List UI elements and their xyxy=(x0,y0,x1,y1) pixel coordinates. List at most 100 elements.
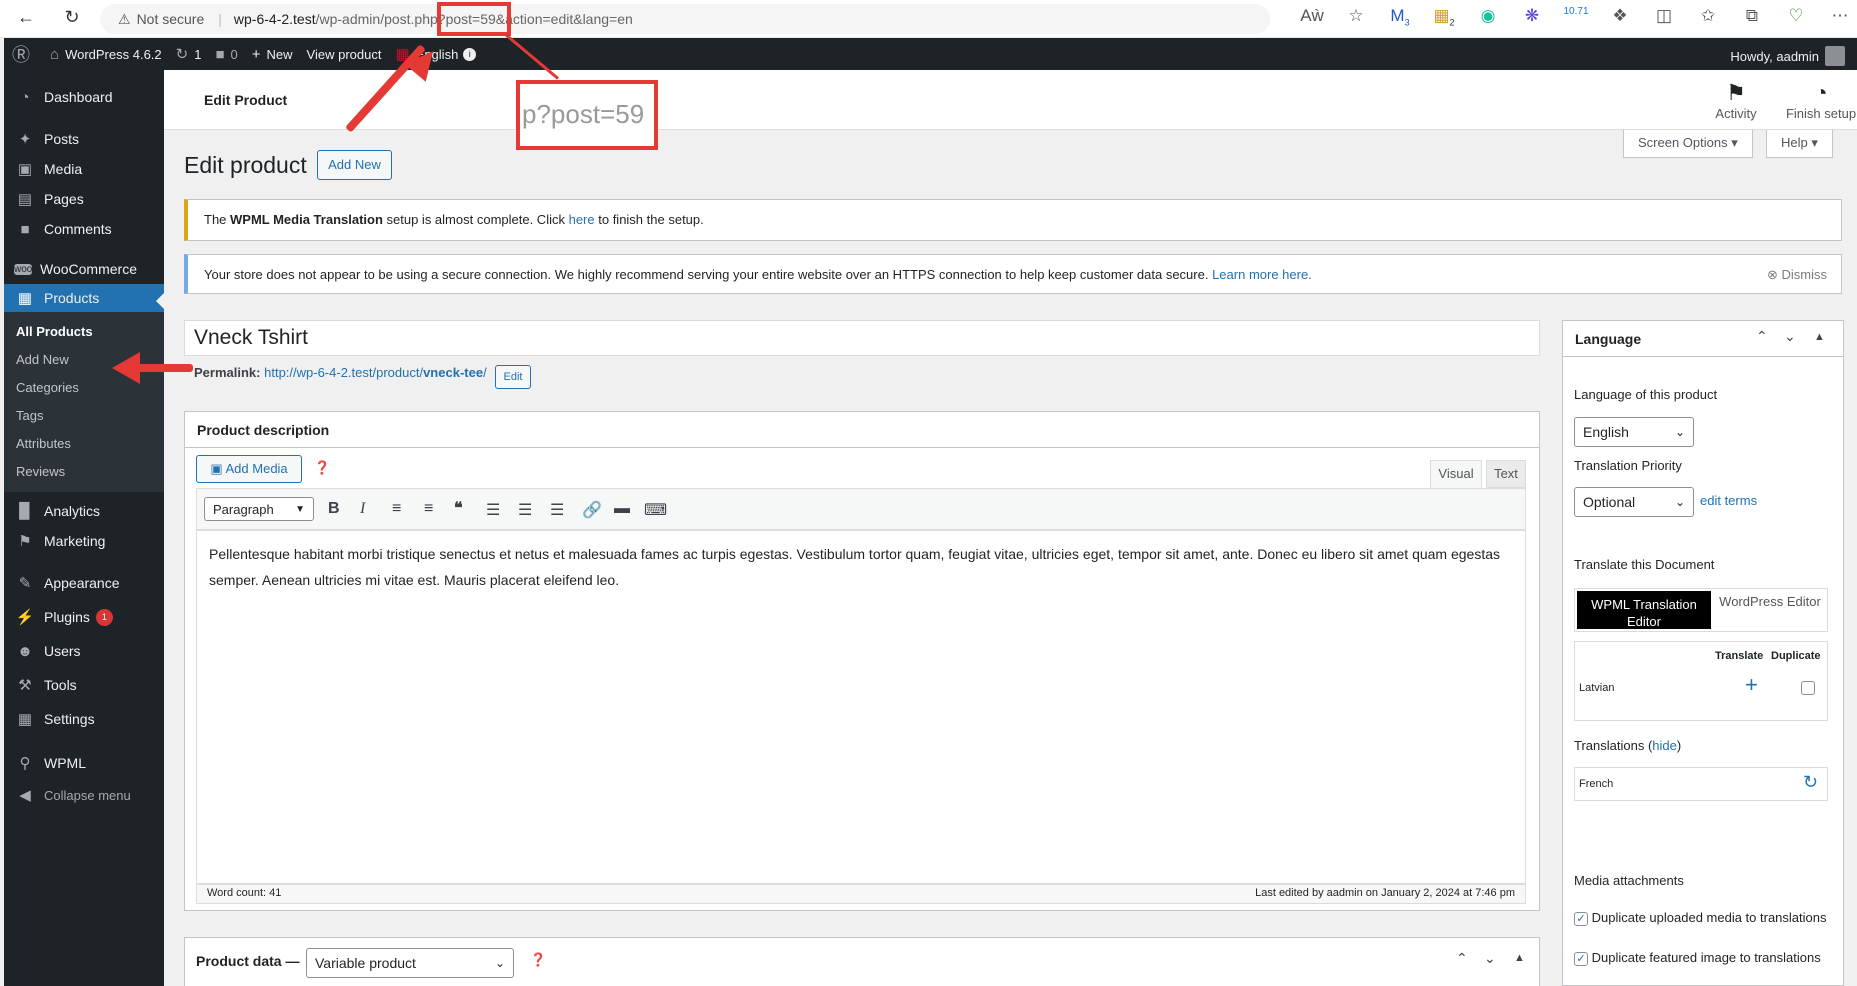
admin-bar-view[interactable]: View product xyxy=(307,47,382,62)
read-aloud-icon[interactable]: Aẁ xyxy=(1290,6,1334,27)
help-circle-icon[interactable]: ❓ xyxy=(530,952,546,968)
split-screen-icon[interactable]: ◫ xyxy=(1642,6,1686,27)
finish-setup-link[interactable]: here xyxy=(569,212,595,227)
permalink-end: / xyxy=(483,365,487,380)
dup-featured-checkbox[interactable]: ✓ xyxy=(1574,951,1588,966)
extension-grid-icon[interactable]: ▦2 xyxy=(1422,6,1466,27)
permalink-link[interactable]: http://wp-6-4-2.test/product/vneck-tee/ xyxy=(264,365,487,380)
priority-select[interactable]: Optional ⌄ xyxy=(1574,487,1694,517)
chevron-down-icon: ▼ xyxy=(295,503,305,515)
align-left-icon[interactable]: ☰ xyxy=(486,500,500,520)
plus-icon[interactable]: + xyxy=(1745,672,1758,698)
toggle-panel-icon[interactable]: ▲ xyxy=(1514,952,1525,964)
tab-visual[interactable]: Visual xyxy=(1430,460,1482,488)
more-icon[interactable]: ⋯ xyxy=(1818,6,1857,27)
permalink-edit-button[interactable]: Edit xyxy=(495,365,531,389)
menu-settings[interactable]: ▦ Settings xyxy=(4,702,164,736)
menu-tools[interactable]: ⚒ Tools xyxy=(4,668,164,702)
editor-content[interactable]: Pellentesque habitant morbi tristique se… xyxy=(196,530,1526,884)
puzzle-icon[interactable]: ❖ xyxy=(1598,6,1642,27)
dup-media-checkbox[interactable]: ✓ xyxy=(1574,911,1588,926)
menu-appearance[interactable]: ✎ Appearance xyxy=(4,566,164,600)
language-select[interactable]: English ⌄ xyxy=(1574,417,1694,447)
dashboard-icon: ◔ xyxy=(20,88,30,106)
menu-media[interactable]: ▣ Media xyxy=(4,154,164,184)
product-title-input[interactable]: Vneck Tshirt xyxy=(184,320,1540,356)
submenu-attributes[interactable]: Attributes xyxy=(4,430,164,458)
learn-more-link[interactable]: Learn more here. xyxy=(1212,267,1312,282)
menu-posts[interactable]: ✦ Posts xyxy=(4,124,164,154)
toolbar-toggle-icon[interactable]: ⌨ xyxy=(644,500,667,520)
menu-collapse[interactable]: ◀ Collapse menu xyxy=(4,780,164,810)
move-up-icon[interactable]: ⌃ xyxy=(1756,328,1768,345)
extension-box-icon[interactable]: 10.71 xyxy=(1554,6,1598,27)
admin-bar-new[interactable]: + New xyxy=(252,46,293,63)
edit-terms-link[interactable]: edit terms xyxy=(1700,493,1757,508)
submenu-categories[interactable]: Categories xyxy=(4,374,164,402)
dismiss-button[interactable]: ⊗ Dismiss xyxy=(1767,267,1827,283)
favorites-icon[interactable]: ✩ xyxy=(1686,6,1730,27)
add-new-button[interactable]: Add New xyxy=(317,150,392,180)
menu-analytics[interactable]: ▉ Analytics xyxy=(4,496,164,526)
sync-icon[interactable]: ↻ xyxy=(1803,772,1818,793)
submenu-tags[interactable]: Tags xyxy=(4,402,164,430)
link-icon[interactable]: 🔗 xyxy=(582,500,602,520)
bold-icon[interactable]: B xyxy=(328,500,340,518)
menu-plugins[interactable]: ⚡ Plugins 1 xyxy=(4,600,164,634)
duplicate-checkbox[interactable] xyxy=(1801,681,1815,695)
health-icon[interactable]: ♡ xyxy=(1774,6,1818,27)
menu-pages[interactable]: ▤ Pages xyxy=(4,184,164,214)
move-down-icon[interactable]: ⌄ xyxy=(1484,950,1496,967)
numbered-list-icon[interactable]: ≡ xyxy=(424,500,433,518)
blockquote-icon[interactable]: ❝ xyxy=(454,498,463,518)
bullet-list-icon[interactable]: ≡ xyxy=(392,500,401,518)
menu-comments[interactable]: ■ Comments xyxy=(4,214,164,244)
wordpress-logo-icon[interactable]: Ⓡ xyxy=(12,41,36,67)
back-icon[interactable]: ← xyxy=(6,7,46,28)
submenu-all-products[interactable]: All Products xyxy=(4,318,164,346)
last-edited: Last edited by aadmin on January 2, 2024… xyxy=(1255,887,1515,899)
translation-language: French xyxy=(1579,778,1614,790)
finish-setup-button[interactable]: ◔ Finish setup xyxy=(1776,80,1857,121)
flag-icon: ⚑ xyxy=(1726,80,1746,105)
grammarly-icon[interactable]: ◉ xyxy=(1466,6,1510,27)
menu-wpml[interactable]: ⚲ WPML xyxy=(4,746,164,780)
product-type-select[interactable]: Variable product ⌄ xyxy=(306,948,514,978)
align-right-icon[interactable]: ☰ xyxy=(550,500,564,520)
italic-icon[interactable]: I xyxy=(360,500,365,518)
admin-bar-account[interactable]: Howdy, aadmin xyxy=(1730,46,1845,66)
submenu-reviews[interactable]: Reviews xyxy=(4,458,164,486)
format-select[interactable]: Paragraph ▼ xyxy=(204,497,314,521)
move-up-icon[interactable]: ⌃ xyxy=(1456,950,1468,967)
align-center-icon[interactable]: ☰ xyxy=(518,500,532,520)
collections-icon[interactable]: ⧉ xyxy=(1730,6,1774,27)
dup-media-option[interactable]: ✓ Duplicate uploaded media to translatio… xyxy=(1574,908,1836,928)
tab-text[interactable]: Text xyxy=(1486,460,1526,488)
help-button[interactable]: Help ▾ xyxy=(1766,130,1833,158)
help-circle-icon[interactable]: ❓ xyxy=(314,460,330,476)
admin-bar-updates[interactable]: ↻ 1 xyxy=(176,45,202,63)
read-more-icon[interactable]: ▬ xyxy=(614,500,630,518)
extension-star-icon[interactable]: ❋ xyxy=(1510,6,1554,27)
reload-icon[interactable]: ↻ xyxy=(52,7,92,28)
menu-products[interactable]: ▦ Products xyxy=(4,284,164,312)
screen-options-button[interactable]: Screen Options ▾ xyxy=(1623,130,1753,158)
toggle-panel-icon[interactable]: ▲ xyxy=(1814,331,1825,343)
menu-users[interactable]: ☻ Users xyxy=(4,634,164,668)
menu-dashboard[interactable]: ◔ Dashboard xyxy=(4,80,164,114)
activity-button[interactable]: ⚑ Activity xyxy=(1696,80,1776,121)
add-media-button[interactable]: ▣ Add Media xyxy=(196,455,302,483)
admin-bar-comments[interactable]: ■ 0 xyxy=(215,46,237,63)
menu-woocommerce[interactable]: woo WooCommerce xyxy=(4,254,164,284)
hide-link[interactable]: hide xyxy=(1652,738,1677,753)
translations-text: Translations xyxy=(1574,738,1645,753)
extension-m-icon[interactable]: M3 xyxy=(1378,6,1422,27)
admin-bar-site[interactable]: ⌂ WordPress 4.6.2 xyxy=(50,46,162,63)
menu-marketing[interactable]: ⚑ Marketing xyxy=(4,526,164,556)
move-down-icon[interactable]: ⌄ xyxy=(1784,328,1796,345)
tab-wpml-editor[interactable]: WPML Translation Editor xyxy=(1575,589,1713,631)
favorite-icon[interactable]: ☆ xyxy=(1334,6,1378,27)
address-bar[interactable]: ⚠ Not secure | wp-6-4-2.test/wp-admin/po… xyxy=(100,4,1270,34)
tab-wordpress-editor[interactable]: WordPress Editor xyxy=(1713,589,1827,631)
dup-featured-option[interactable]: ✓ Duplicate featured image to translatio… xyxy=(1574,948,1836,968)
